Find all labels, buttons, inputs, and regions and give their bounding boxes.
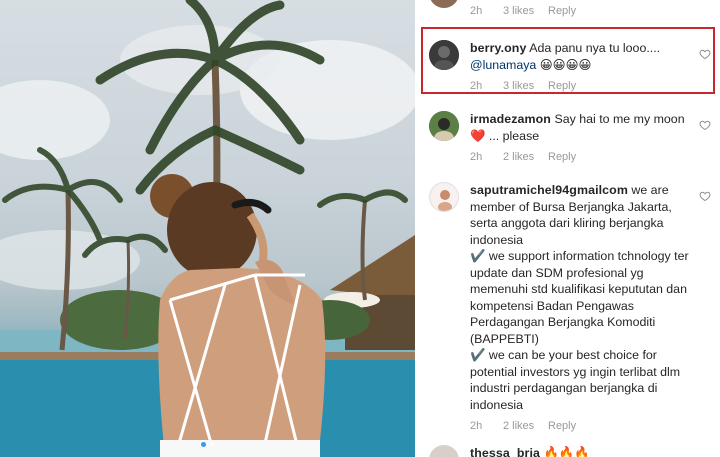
comment-text: Say hai to me my moon bbox=[554, 112, 685, 126]
avatar-image bbox=[431, 184, 458, 211]
comment-likes-count[interactable]: 3 likes bbox=[503, 3, 534, 20]
comment-username[interactable]: saputramichel94gmailcom bbox=[470, 183, 628, 197]
comment-time: 2h bbox=[470, 5, 483, 17]
reply-button[interactable]: Reply bbox=[548, 149, 576, 166]
comment-username[interactable]: thessa_bria bbox=[470, 446, 540, 457]
comment-text: 🔥🔥🔥 bbox=[543, 446, 590, 457]
comment-username[interactable]: irmadezamon bbox=[470, 112, 551, 126]
reply-button[interactable]: Reply bbox=[548, 418, 576, 435]
post-photo[interactable] bbox=[0, 0, 415, 457]
comment-time: 2h bbox=[470, 420, 483, 432]
reply-button[interactable]: Reply bbox=[548, 3, 576, 20]
comment-likes-count[interactable]: 2 likes bbox=[503, 418, 534, 435]
highlight-box bbox=[421, 27, 715, 94]
comment-meta: 2h 2 likes Reply bbox=[470, 149, 694, 163]
carousel-dot-2[interactable] bbox=[209, 442, 215, 447]
carousel-indicator bbox=[0, 442, 415, 447]
avatar[interactable] bbox=[429, 111, 459, 141]
avatar[interactable] bbox=[429, 0, 459, 8]
comment-meta: 2h 3 likes Reply bbox=[470, 3, 694, 17]
like-heart-icon[interactable] bbox=[699, 119, 711, 131]
carousel-dot-1[interactable] bbox=[200, 442, 206, 447]
comment-meta: 2h 2 likes Reply bbox=[470, 418, 694, 432]
avatar[interactable] bbox=[429, 182, 459, 212]
comment-likes-count[interactable]: 2 likes bbox=[503, 149, 534, 166]
post-photo-illustration bbox=[0, 0, 415, 457]
like-heart-icon[interactable] bbox=[699, 190, 711, 202]
comment-text-paragraph-3: ✔️ we can be your best choice for potent… bbox=[470, 348, 681, 412]
avatar-image bbox=[429, 111, 459, 141]
comment-text-after: ... please bbox=[485, 128, 540, 143]
heart-emoji: ❤️ bbox=[470, 128, 486, 143]
comment-text-paragraph-2: ✔️ we support information tchnology ter … bbox=[470, 249, 689, 346]
avatar[interactable] bbox=[429, 445, 459, 457]
comment-time: 2h bbox=[470, 151, 483, 163]
